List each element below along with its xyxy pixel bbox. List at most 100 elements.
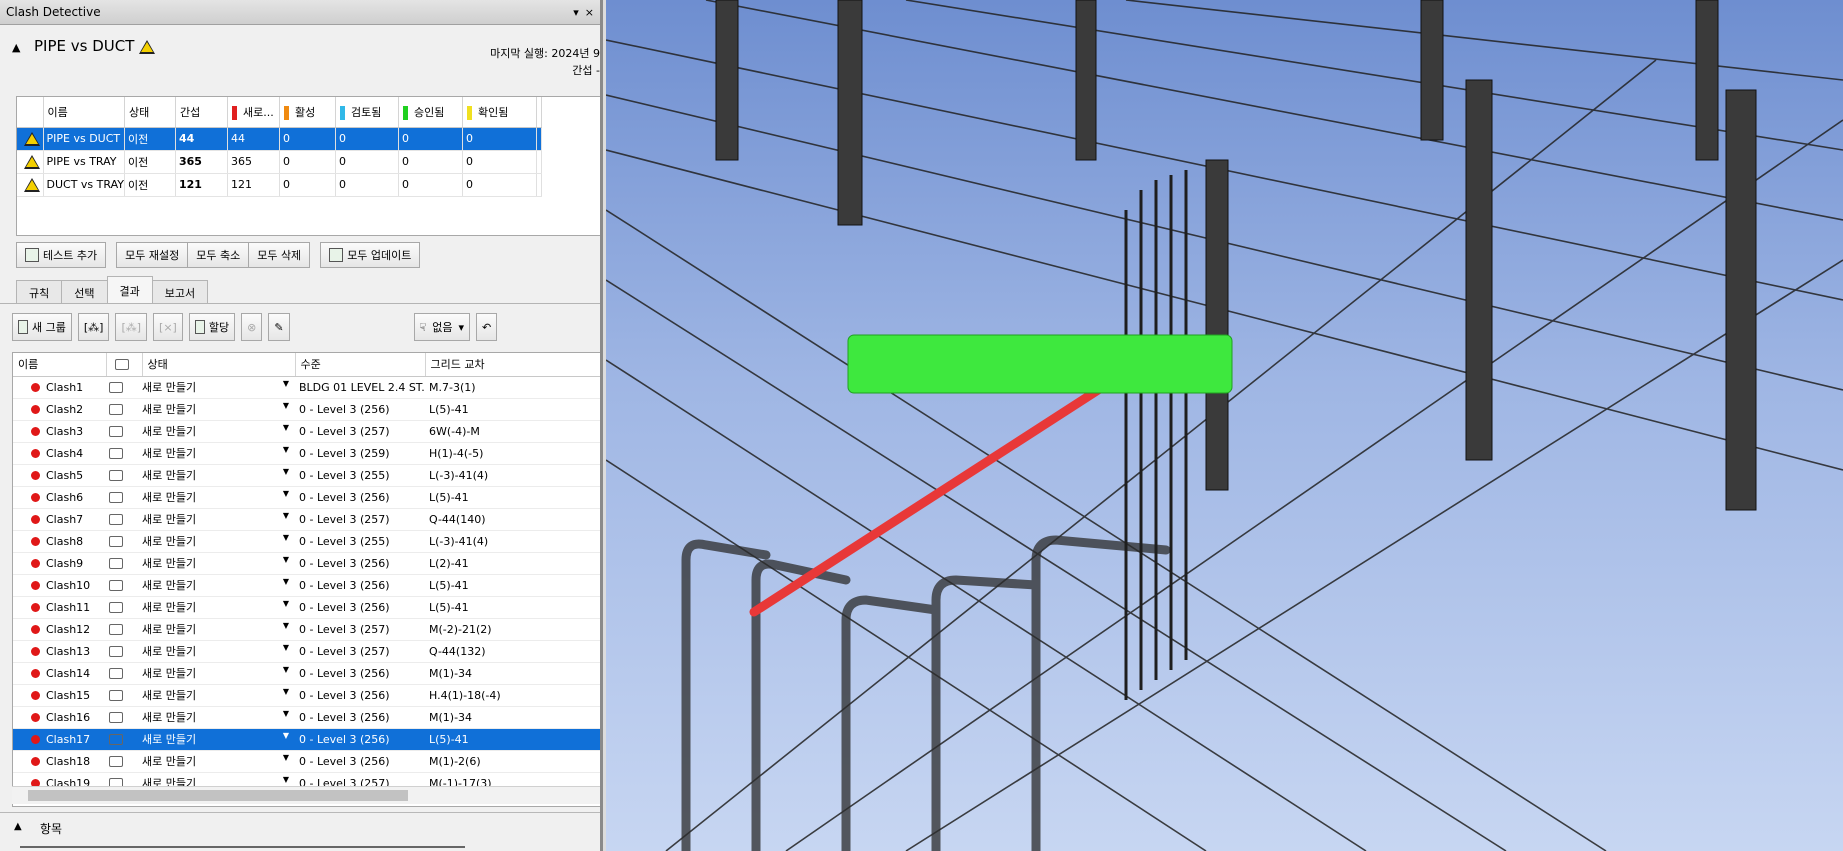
test-row[interactable]: DUCT vs TRAY 이전 121 121 0 0 0 0 (17, 173, 542, 197)
test-row[interactable]: PIPE vs TRAY 이전 365 365 0 0 0 0 (17, 150, 542, 174)
col-name[interactable]: 이름 (43, 97, 125, 128)
compact-all-button[interactable]: 모두 축소 (188, 242, 250, 268)
clash-status-select[interactable]: 새로 만들기 ▼ (142, 486, 295, 509)
col-clashes[interactable]: 간섭 (175, 97, 228, 128)
clash-status-select[interactable]: 새로 만들기 ▼ (142, 420, 295, 443)
clash-row[interactable]: Clash7 새로 만들기 ▼ 0 - Level 3 (257) Q-44(140) (13, 508, 600, 531)
camera-icon[interactable] (106, 640, 142, 663)
camera-icon[interactable] (106, 486, 142, 509)
new-group-button[interactable]: 새 그룹 (12, 313, 72, 341)
col-result-status[interactable]: 상태 (142, 353, 296, 377)
clash-row[interactable]: Clash9 새로 만들기 ▼ 0 - Level 3 (256) L(2)-41 (13, 552, 600, 575)
3d-viewport[interactable] (606, 0, 1843, 851)
clash-level-cell: 0 - Level 3 (256) (295, 662, 425, 685)
camera-icon[interactable] (106, 618, 142, 641)
clash-status-select[interactable]: 새로 만들기 ▼ (142, 706, 295, 729)
tab-results[interactable]: 결과 (106, 276, 153, 304)
clash-row[interactable]: Clash10 새로 만들기 ▼ 0 - Level 3 (256) L(5)-41 (13, 574, 600, 597)
reset-icon[interactable]: ↶ (476, 313, 498, 341)
add-comment-icon[interactable]: ✎ (268, 313, 290, 341)
group-clashes-icon[interactable]: [⁂] (77, 313, 110, 341)
camera-icon[interactable] (106, 442, 142, 465)
clash-row[interactable]: Clash18 새로 만들기 ▼ 0 - Level 3 (256) M(1)-2(6) (13, 750, 600, 773)
col-approved[interactable]: 승인됨 (398, 97, 463, 128)
ungroup-icon[interactable]: [⁂] (115, 313, 148, 341)
delete-all-button[interactable]: 모두 삭제 (249, 242, 311, 268)
camera-icon[interactable] (106, 420, 142, 443)
clash-name-cell: Clash2 (13, 398, 106, 421)
clash-status-select[interactable]: 새로 만들기 ▼ (142, 618, 295, 641)
clash-status-select[interactable]: 새로 만들기 ▼ (142, 464, 295, 487)
tab-select[interactable]: 선택 (61, 280, 108, 304)
filter-dropdown[interactable]: ☟ 없음 ▾ (413, 313, 471, 341)
col-active[interactable]: 활성 (279, 97, 336, 128)
close-icon[interactable]: × (585, 6, 594, 19)
clash-level-cell: 0 - Level 3 (256) (295, 750, 425, 773)
tab-report[interactable]: 보고서 (151, 280, 209, 304)
clash-row[interactable]: Clash1 새로 만들기 ▼ BLDG 01 LEVEL 2.4 ST... M.7-… (13, 376, 600, 399)
clash-row[interactable]: Clash13 새로 만들기 ▼ 0 - Level 3 (257) Q-44(132) (13, 640, 600, 663)
clash-status-select[interactable]: 새로 만들기 ▼ (142, 640, 295, 663)
camera-icon[interactable] (106, 706, 142, 729)
clash-name-cell: Clash7 (13, 508, 106, 531)
clash-status-select[interactable]: 새로 만들기 ▼ (142, 442, 295, 465)
clash-status-select[interactable]: 새로 만들기 ▼ (142, 728, 295, 751)
clash-status-select[interactable]: 새로 만들기 ▼ (142, 398, 295, 421)
camera-icon[interactable] (106, 530, 142, 553)
camera-icon[interactable] (106, 596, 142, 619)
camera-icon[interactable] (106, 750, 142, 773)
camera-icon[interactable] (106, 552, 142, 575)
reset-all-button[interactable]: 모두 재설정 (116, 242, 189, 268)
clash-row[interactable]: Clash17 새로 만들기 ▼ 0 - Level 3 (256) L(5)-41 (13, 728, 600, 751)
pin-icon[interactable]: ▾ (573, 6, 579, 19)
expand-chevron-icon[interactable]: ▲ (14, 821, 22, 832)
camera-icon[interactable] (106, 376, 142, 399)
clash-status-select[interactable]: 새로 만들기 ▼ (142, 574, 295, 597)
camera-icon[interactable] (106, 684, 142, 707)
clash-status-select[interactable]: 새로 만들기 ▼ (142, 684, 295, 707)
add-test-button[interactable]: 테스트 추가 (16, 242, 107, 268)
camera-icon[interactable] (106, 728, 142, 751)
clash-row[interactable]: Clash4 새로 만들기 ▼ 0 - Level 3 (259) H(1)-4(-5) (13, 442, 600, 465)
unassign-icon[interactable]: ⊗ (241, 313, 263, 341)
clash-status-select[interactable]: 새로 만들기 ▼ (142, 552, 295, 575)
clash-row[interactable]: Clash16 새로 만들기 ▼ 0 - Level 3 (256) M(1)-34 (13, 706, 600, 729)
horizontal-scrollbar[interactable] (12, 786, 600, 804)
col-result-name[interactable]: 이름 (13, 353, 107, 377)
clash-status-select[interactable]: 새로 만들기 ▼ (142, 750, 295, 773)
col-reviewed[interactable]: 검토됨 (335, 97, 399, 128)
clash-row[interactable]: Clash8 새로 만들기 ▼ 0 - Level 3 (255) L(-3)-41(4… (13, 530, 600, 553)
col-level[interactable]: 수준 (295, 353, 426, 377)
explode-group-icon[interactable]: [×] (153, 313, 183, 341)
clash-status-select[interactable]: 새로 만들기 ▼ (142, 508, 295, 531)
clash-level-cell: 0 - Level 3 (256) (295, 574, 425, 597)
clash-row[interactable]: Clash6 새로 만들기 ▼ 0 - Level 3 (256) L(5)-41 (13, 486, 600, 509)
clash-row[interactable]: Clash14 새로 만들기 ▼ 0 - Level 3 (256) M(1)-34 (13, 662, 600, 685)
camera-icon[interactable] (106, 508, 142, 531)
test-row[interactable]: PIPE vs DUCT 이전 44 44 0 0 0 0 (17, 127, 542, 151)
col-status[interactable]: 상태 (124, 97, 176, 128)
camera-icon[interactable] (106, 662, 142, 685)
camera-icon[interactable] (106, 398, 142, 421)
update-all-button[interactable]: 모두 업데이트 (320, 242, 421, 268)
collapse-chevron-icon[interactable]: ▲ (12, 41, 20, 54)
clash-row[interactable]: Clash5 새로 만들기 ▼ 0 - Level 3 (255) L(-3)-41(4… (13, 464, 600, 487)
camera-icon[interactable] (106, 574, 142, 597)
clash-row[interactable]: Clash2 새로 만들기 ▼ 0 - Level 3 (256) L(5)-41 (13, 398, 600, 421)
clash-row[interactable]: Clash15 새로 만들기 ▼ 0 - Level 3 (256) H.4(1)-18… (13, 684, 600, 707)
test-warning-icon (17, 173, 44, 197)
tab-rules[interactable]: 규칙 (16, 280, 63, 304)
col-new[interactable]: 새로... (227, 97, 280, 128)
assign-button[interactable]: 할당 (188, 313, 236, 341)
camera-icon[interactable] (106, 464, 142, 487)
clash-status-select[interactable]: 새로 만들기 ▼ (142, 530, 295, 553)
clash-row[interactable]: Clash11 새로 만들기 ▼ 0 - Level 3 (256) L(5)-41 (13, 596, 600, 619)
col-resolved[interactable]: 확인됨 (462, 97, 537, 128)
clash-status-select[interactable]: 새로 만들기 ▼ (142, 376, 295, 399)
clash-row[interactable]: Clash3 새로 만들기 ▼ 0 - Level 3 (257) 6W(-4)-M (13, 420, 600, 443)
clash-status-select[interactable]: 새로 만들기 ▼ (142, 596, 295, 619)
clash-row[interactable]: Clash12 새로 만들기 ▼ 0 - Level 3 (257) M(-2)-21(… (13, 618, 600, 641)
col-grid[interactable]: 그리드 교차 (425, 353, 600, 377)
clash-status-select[interactable]: 새로 만들기 ▼ (142, 662, 295, 685)
items-section[interactable]: ▲ 항목 (0, 812, 600, 851)
